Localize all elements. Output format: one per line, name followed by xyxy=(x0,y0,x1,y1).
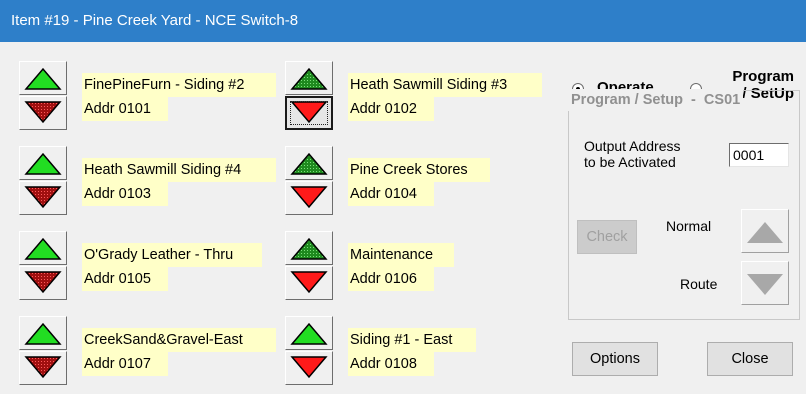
route-label: Route xyxy=(680,276,718,292)
up-arrow-icon xyxy=(24,152,62,175)
up-arrow-icon xyxy=(290,67,328,90)
up-arrow-icon xyxy=(290,237,328,260)
switch-4-normal-button[interactable] xyxy=(285,146,333,180)
switch-5-name: O'Grady Leather - Thru xyxy=(82,243,262,267)
switch-3-addr: Addr 0103 xyxy=(82,182,168,206)
switch-5-normal-button[interactable] xyxy=(19,231,67,265)
switch-6-name: Maintenance xyxy=(348,243,454,267)
switch-1-route-button[interactable] xyxy=(19,96,67,130)
program-normal-button[interactable] xyxy=(741,209,789,253)
check-button[interactable]: Check xyxy=(577,220,637,254)
switch-1-name: FinePineFurn - Siding #2 xyxy=(82,73,276,97)
output-address-input[interactable]: 0001 xyxy=(729,143,789,167)
switch-1-addr: Addr 0101 xyxy=(82,97,168,121)
switch-7-normal-button[interactable] xyxy=(19,316,67,350)
down-arrow-icon xyxy=(290,186,328,209)
down-arrow-icon xyxy=(24,271,62,294)
switch-4-name: Pine Creek Stores xyxy=(348,158,490,182)
down-arrow-icon xyxy=(747,274,783,295)
down-arrow-icon xyxy=(290,271,328,294)
up-arrow-icon xyxy=(290,322,328,345)
switch-2-name: Heath Sawmill Siding #3 xyxy=(348,73,542,97)
down-arrow-icon xyxy=(24,356,62,379)
switch-6-route-button[interactable] xyxy=(285,266,333,300)
switch-8-route-button[interactable] xyxy=(285,351,333,385)
window-title: Item #19 - Pine Creek Yard - NCE Switch-… xyxy=(0,0,806,42)
switch-6-normal-button[interactable] xyxy=(285,231,333,265)
switch-8-addr: Addr 0108 xyxy=(348,352,434,376)
switch-8-normal-button[interactable] xyxy=(285,316,333,350)
options-button[interactable]: Options xyxy=(572,342,658,376)
up-arrow-icon xyxy=(747,222,783,243)
switch-2-normal-button[interactable] xyxy=(285,61,333,95)
up-arrow-icon xyxy=(24,237,62,260)
switch-5-route-button[interactable] xyxy=(19,266,67,300)
switch-5-addr: Addr 0105 xyxy=(82,267,168,291)
down-arrow-icon xyxy=(290,356,328,379)
switch-3-route-button[interactable] xyxy=(19,181,67,215)
down-arrow-icon xyxy=(24,101,62,124)
switch-7-name: CreekSand&Gravel-East xyxy=(82,328,276,352)
program-setup-group-title: Program / Setup - CS01 xyxy=(568,89,744,111)
output-label-line2: to be Activated xyxy=(584,154,676,170)
switch-3-normal-button[interactable] xyxy=(19,146,67,180)
switch-1-normal-button[interactable] xyxy=(19,61,67,95)
switch-2-addr: Addr 0102 xyxy=(348,97,434,121)
close-button[interactable]: Close xyxy=(707,342,793,376)
switch-8-name: Siding #1 - East xyxy=(348,328,476,352)
normal-label: Normal xyxy=(666,218,712,234)
switch-7-addr: Addr 0107 xyxy=(82,352,168,376)
switch-4-addr: Addr 0104 xyxy=(348,182,434,206)
switch-3-name: Heath Sawmill Siding #4 xyxy=(82,158,276,182)
switch-6-addr: Addr 0106 xyxy=(348,267,434,291)
up-arrow-icon xyxy=(290,152,328,175)
switch-4-route-button[interactable] xyxy=(285,181,333,215)
program-route-button[interactable] xyxy=(741,261,789,305)
down-arrow-icon xyxy=(290,101,328,124)
output-label-line1: Output Address xyxy=(584,138,681,154)
program-label-line1: Program xyxy=(732,68,794,85)
up-arrow-icon xyxy=(24,67,62,90)
output-address-label: Output Address to be Activated xyxy=(584,138,681,170)
switch-7-route-button[interactable] xyxy=(19,351,67,385)
up-arrow-icon xyxy=(24,322,62,345)
down-arrow-icon xyxy=(24,186,62,209)
switch-2-route-button[interactable] xyxy=(285,96,333,130)
